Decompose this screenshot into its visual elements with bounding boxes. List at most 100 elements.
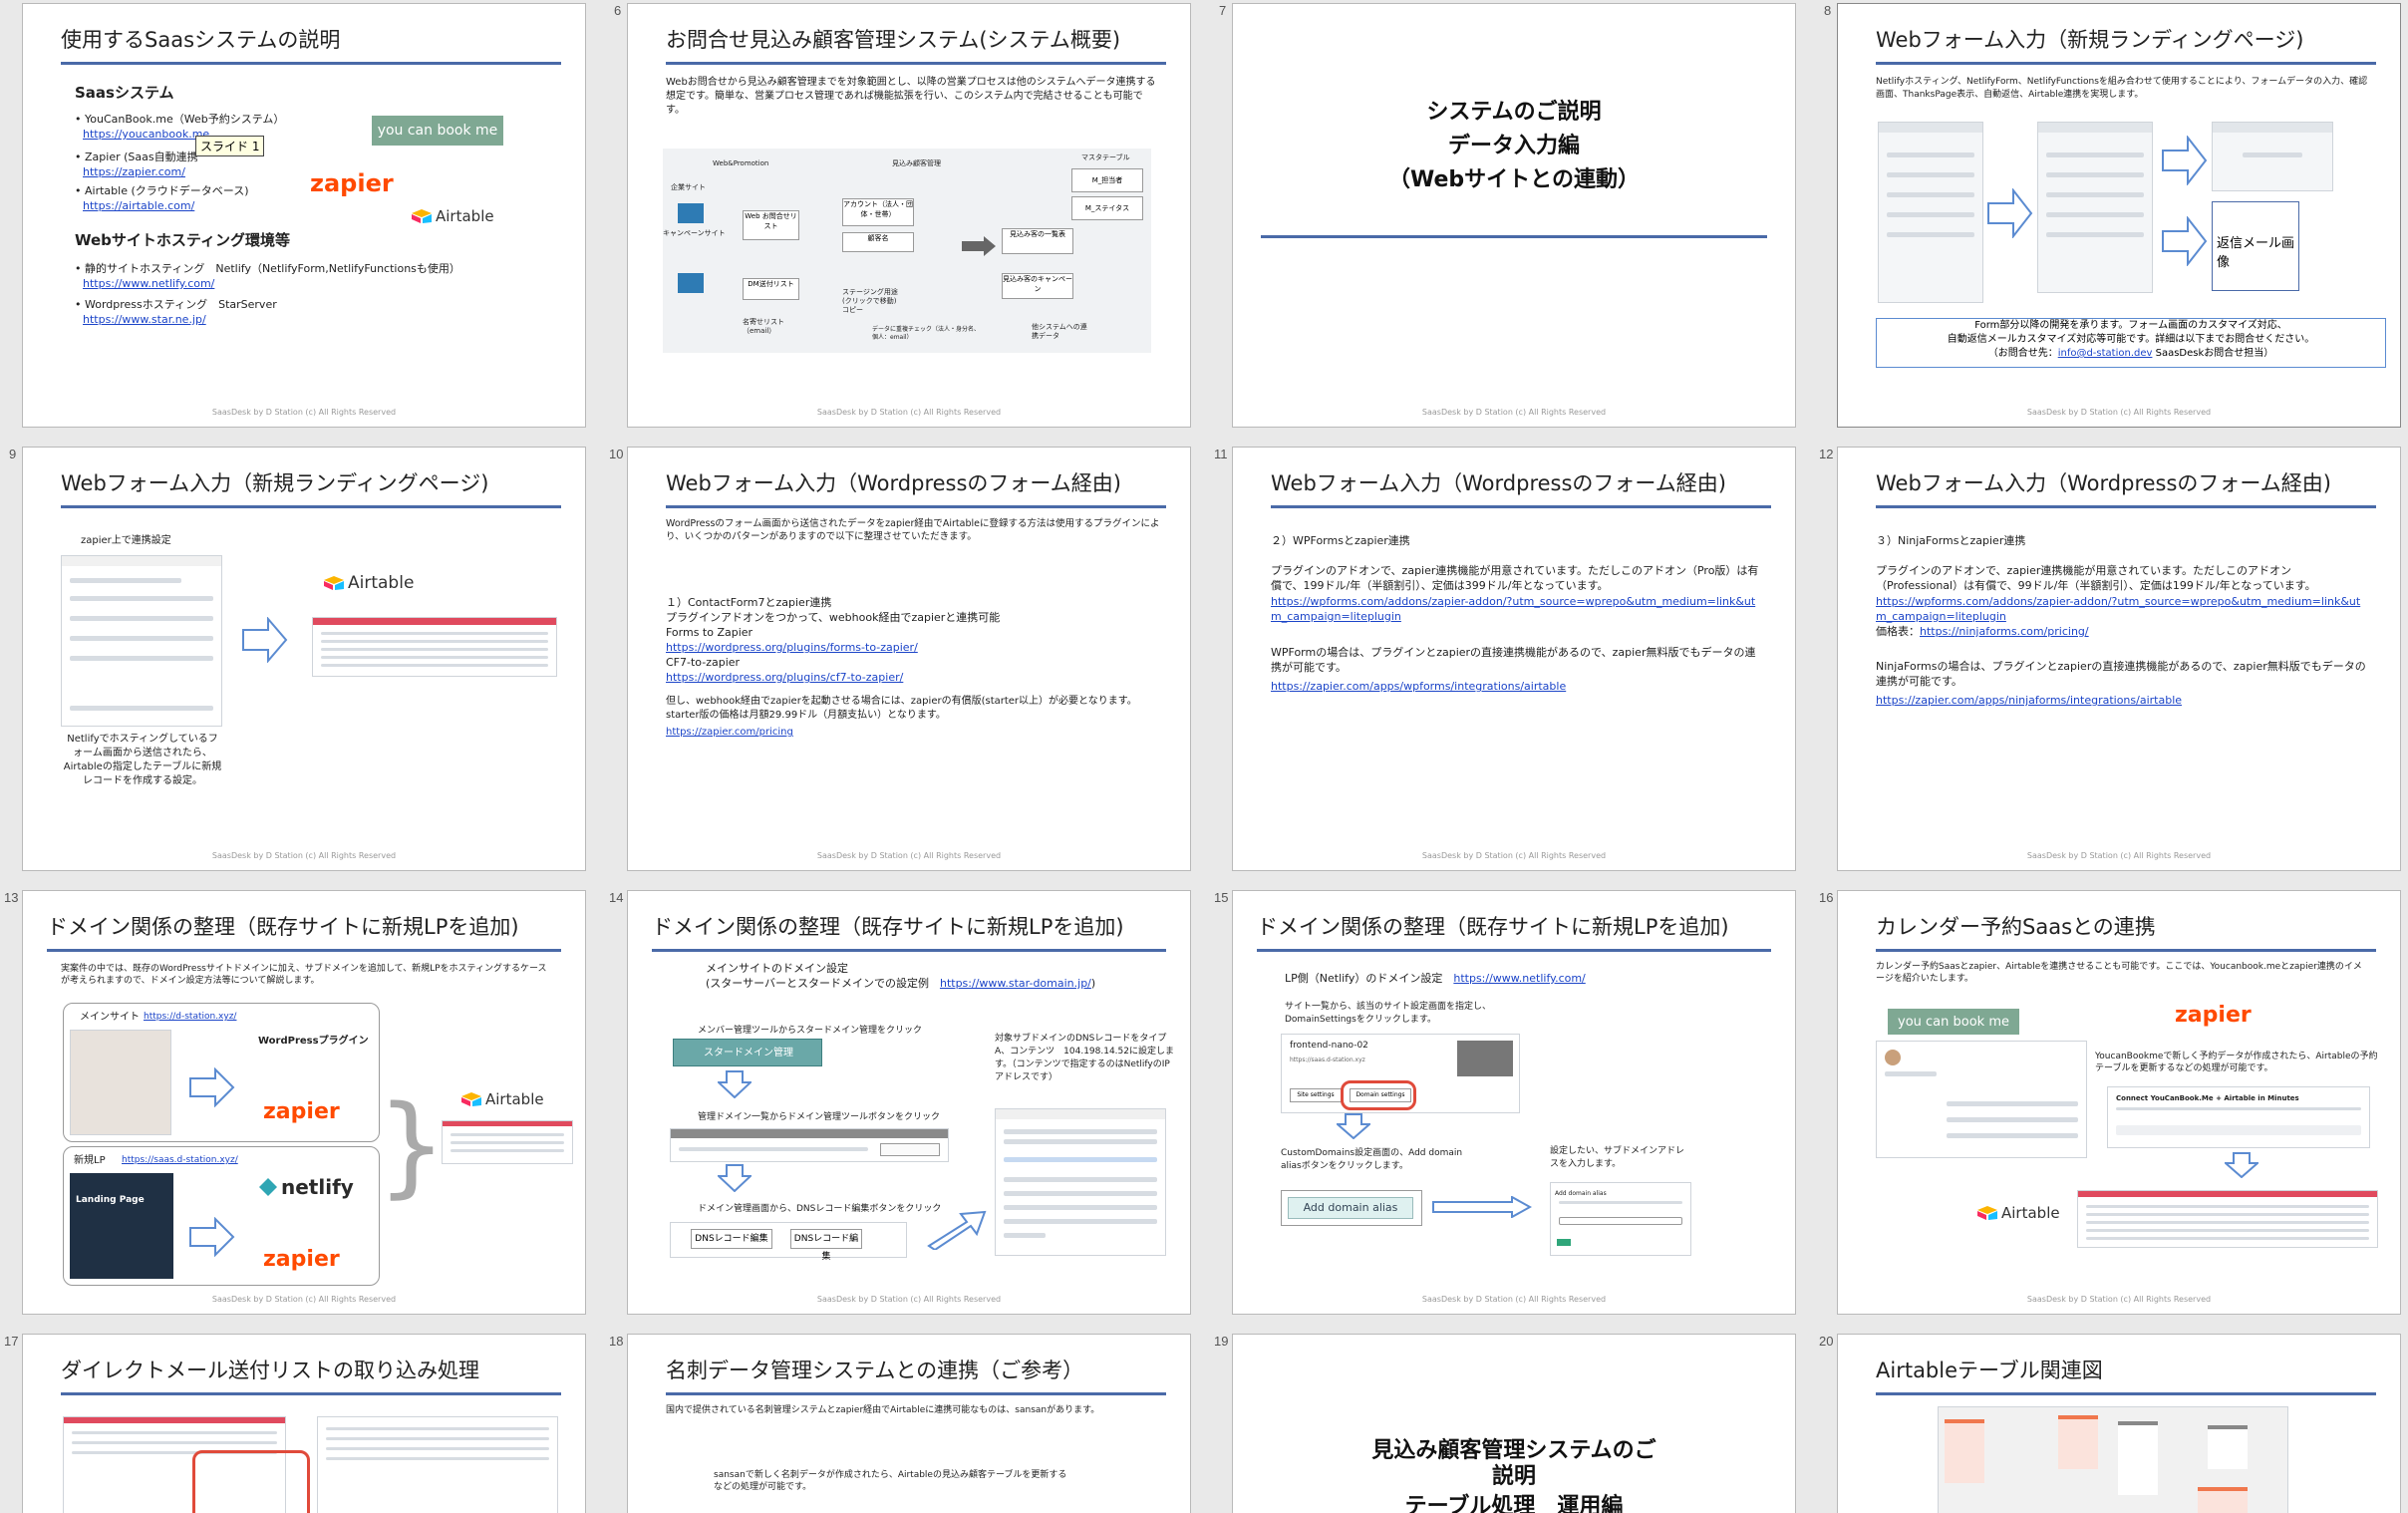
diagram-list: 名寄せリスト（email） — [743, 318, 784, 335]
link-ninja-addon[interactable]: https://wpforms.com/addons/zapier-addon/… — [1876, 594, 2370, 624]
site-settings-button[interactable]: Site settings — [1290, 1088, 1342, 1102]
arrow-right-icon — [242, 617, 288, 663]
slide-thumbnail-16[interactable]: カレンダー予約Saasとの連携 カレンダー予約Saasとzapier、Airta… — [1837, 890, 2401, 1315]
slide-sorter-grid: 使用するSaasシステムの説明 Saasシステム YouCanBook.me（W… — [0, 0, 2408, 1513]
slide-title: 使用するSaasシステムの説明 — [61, 28, 341, 52]
diagram-crm-label: 見込み顧客管理 — [892, 159, 941, 167]
main-site-screenshot — [70, 1030, 171, 1135]
cf7-text-1: プラグインアドオンをつかって、webhook経由でzapierと連携可能 — [666, 611, 1001, 624]
airtable-wordmark: Airtable — [436, 207, 494, 225]
airtable-wordmark: Airtable — [485, 1090, 544, 1108]
domain-tool-button[interactable] — [880, 1143, 940, 1156]
landing-page-screenshot: Landing Page — [70, 1173, 173, 1279]
step-2-text: 管理ドメイン一覧からドメイン管理ツールボタンをクリック — [698, 1112, 941, 1122]
slide-thumbnail-7[interactable]: システムのご説明 データ入力編 （Webサイトとの連動） SaasDesk by… — [1232, 3, 1796, 428]
slide-title: Webフォーム入力（新規ランディングページ) — [61, 471, 489, 495]
dns-edit-button-2[interactable]: DNSレコード編集 — [790, 1229, 862, 1262]
heading-saas: Saasシステム — [75, 84, 174, 102]
slide-thumbnail-19[interactable]: 見込み顧客管理システムのご 説明 テーブル処理 運用編 — [1232, 1334, 1796, 1513]
slide-thumbnail-5[interactable]: 使用するSaasシステムの説明 Saasシステム YouCanBook.me（W… — [22, 3, 586, 428]
domain-heading: メインサイトのドメイン設定 — [706, 962, 848, 975]
zapier-logo: zapier — [263, 1099, 340, 1124]
subheading-suffix: ) — [1090, 977, 1096, 990]
wpforms-heading: ２）WPFormsとzapier連携 — [1271, 534, 1410, 547]
link-ninja-airtable[interactable]: https://zapier.com/apps/ninjaforms/integ… — [1876, 693, 2182, 708]
slide-thumbnail-6[interactable]: お問合せ見込み顧客管理システム(システム概要) Webお問合せから見込み顧客管理… — [627, 3, 1191, 428]
step-1-text: メンバー管理ツールからスタードメイン管理をクリック — [698, 1026, 923, 1036]
cf7-text-2: Forms to Zapier — [666, 626, 753, 639]
slide-thumbnail-9[interactable]: Webフォーム入力（新規ランディングページ) zapier上で連携設定 Airt… — [22, 447, 586, 871]
diagram-m1: M_担当者 — [1071, 168, 1143, 192]
airtable-icon — [1977, 1206, 1997, 1220]
slide-number-13: 13 — [4, 890, 19, 905]
title-rule — [1271, 505, 1771, 508]
note-suffix: SaasDeskお問合せ担当） — [2152, 348, 2274, 359]
link-zapier-pricing[interactable]: https://zapier.com/pricing — [666, 725, 793, 740]
slide-thumbnail-8[interactable]: Webフォーム入力（新規ランディングページ) Netlifyホスティング、Net… — [1837, 3, 2401, 428]
slide-thumbnail-18[interactable]: 名刺データ管理システムとの連携（ご参考） 国内で提供されている名刺管理システムと… — [627, 1334, 1191, 1513]
link-ninja-pricing[interactable]: https://ninjaforms.com/pricing/ — [1920, 625, 2089, 638]
alias-save-button[interactable] — [1557, 1239, 1571, 1246]
link-starserver[interactable]: https://www.star.ne.jp/ — [83, 312, 206, 327]
link-ycbm[interactable]: https://youcanbook.me — [83, 127, 209, 142]
arrow-down-icon — [1337, 1113, 1370, 1139]
slide-thumbnail-12[interactable]: Webフォーム入力（Wordpressのフォーム経由) ３）NinjaForms… — [1837, 447, 2401, 871]
star-domain-link[interactable]: https://www.star-domain.jp/ — [940, 977, 1091, 990]
star-domain-button[interactable]: スタードメイン管理 — [673, 1039, 822, 1066]
link-wpforms-airtable[interactable]: https://zapier.com/apps/wpforms/integrat… — [1271, 679, 1566, 694]
slide-thumbnail-15[interactable]: ドメイン関係の整理（既存サイトに新規LPを追加) LP側（Netlify）のドメ… — [1232, 890, 1796, 1315]
new-lp-url[interactable]: https://saas.d-station.xyz/ — [122, 1153, 238, 1168]
slide-number-15: 15 — [1214, 890, 1229, 905]
link-airtable[interactable]: https://airtable.com/ — [83, 198, 194, 213]
slide-title: Airtableテーブル関連図 — [1876, 1359, 2103, 1382]
diagram-check: データに重複チェック（法人・身分名、個人：email） — [872, 326, 981, 341]
slide-thumbnail-20[interactable]: Airtableテーブル関連図 — [1837, 1334, 2401, 1513]
sansan-text-1: 国内で提供されている名刺管理システムとzapier経由でAirtableに連携可… — [666, 1405, 1100, 1415]
diagram-db-icon-2 — [678, 273, 704, 293]
airtable-logo: Airtable — [412, 207, 494, 225]
arrow-right-icon — [2162, 136, 2208, 185]
ninja-price-row: 価格表：https://ninjaforms.com/pricing/ — [1876, 624, 2089, 639]
arrow-right-icon — [1987, 188, 2033, 238]
slide-thumbnail-10[interactable]: Webフォーム入力（Wordpressのフォーム経由) WordPressのフォ… — [627, 447, 1191, 871]
slide-footer: SaasDesk by D Station (c) All Rights Res… — [1421, 1295, 1607, 1304]
form-screenshot-1 — [1878, 122, 1983, 303]
link-zapier[interactable]: https://zapier.com/ — [83, 164, 185, 179]
netlify-step-1: サイト一覧から、該当のサイト設定画面を指定し、DomainSettingsをクリ… — [1285, 1002, 1492, 1025]
slide-thumbnail-11[interactable]: Webフォーム入力（Wordpressのフォーム経由) ２）WPFormsとza… — [1232, 447, 1796, 871]
slide-tooltip: スライド 1 — [195, 136, 265, 156]
diagram-other: 他システムへの連携データ — [1032, 323, 1087, 340]
slide-number-8: 8 — [1824, 3, 1832, 18]
main-site-box: メインサイト https://d-station.xyz/ WordPressプ… — [63, 1003, 380, 1142]
slide-thumbnail-17[interactable]: ダイレクトメール送付リストの取り込み処理 — [22, 1334, 586, 1513]
airtable-table-screenshot — [442, 1120, 573, 1164]
add-domain-alias-button[interactable]: Add domain alias — [1288, 1197, 1413, 1219]
slide-number-17: 17 — [4, 1334, 19, 1349]
slide-thumbnail-14[interactable]: ドメイン関係の整理（既存サイトに新規LPを追加) メインサイトのドメイン設定 (… — [627, 890, 1191, 1315]
subheading-prefix: (スターサーバーとスタードメインでの設定例 — [706, 977, 940, 990]
link-forms-to-zapier[interactable]: https://wordpress.org/plugins/forms-to-z… — [666, 640, 918, 655]
contact-email-link[interactable]: info@d-station.dev — [2058, 348, 2153, 359]
diagram-arrow-icon — [962, 236, 996, 256]
slide-thumbnail-13[interactable]: ドメイン関係の整理（既存サイトに新規LPを追加) 実案件の中では、既存のWord… — [22, 890, 586, 1315]
slide-number-14: 14 — [609, 890, 624, 905]
link-cf7-to-zapier[interactable]: https://wordpress.org/plugins/cf7-to-zap… — [666, 670, 903, 685]
diagram-web-label: Web&Promotion — [713, 159, 769, 167]
main-site-url[interactable]: https://d-station.xyz/ — [144, 1010, 236, 1025]
link-wpforms-addon[interactable]: https://wpforms.com/addons/zapier-addon/… — [1271, 594, 1765, 624]
slide-intro: WordPressのフォーム画面から送信されたデータをzapier経由でAirt… — [666, 518, 1160, 542]
airtable-wordmark: Airtable — [2001, 1204, 2060, 1222]
slide-title: お問合せ見込み顧客管理システム(システム概要) — [666, 28, 1121, 52]
slide-footer: SaasDesk by D Station (c) All Rights Res… — [2026, 1295, 2212, 1304]
dns-edit-button-1[interactable]: DNSレコード編集 — [691, 1229, 772, 1249]
slide-footer: SaasDesk by D Station (c) All Rights Res… — [2026, 408, 2212, 417]
diagram-db-icon-1 — [678, 203, 704, 223]
slide-footer: SaasDesk by D Station (c) All Rights Res… — [211, 408, 397, 417]
diagram-account: アカウント（法人・団体・世帯） — [842, 198, 914, 226]
cf7-heading: １）ContactForm7とzapier連携 — [666, 596, 832, 609]
link-netlify[interactable]: https://www.netlify.com/ — [83, 276, 214, 291]
alias-form-title: Add domain alias — [1555, 1190, 1607, 1197]
zapier-description: Netlifyでホスティングしているフォーム画面から送信されたら、Airtabl… — [63, 734, 222, 786]
netlify-link[interactable]: https://www.netlify.com/ — [1453, 972, 1585, 985]
netlify-step-2: CustomDomains設定画面の、Add domain aliasボタンをク… — [1281, 1148, 1463, 1171]
